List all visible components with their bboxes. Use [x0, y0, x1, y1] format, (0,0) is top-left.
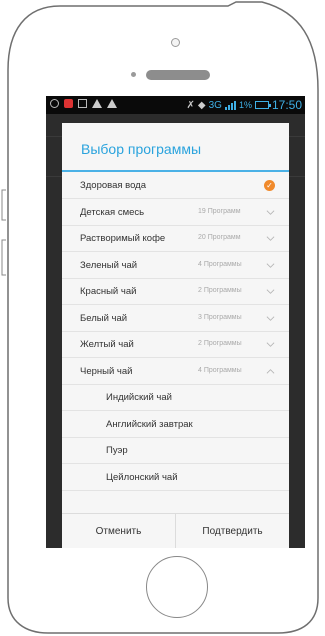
- image-icon: [78, 99, 87, 108]
- sub-program-row[interactable]: Английский завтрак: [62, 412, 289, 438]
- program-row[interactable]: Растворимый кофе 20 Программ: [62, 226, 289, 252]
- chevron-down-icon[interactable]: [266, 208, 275, 217]
- dialog-title: Выбор программы: [81, 141, 202, 157]
- earpiece-speaker: [146, 70, 210, 80]
- program-label: Детская смесь: [80, 206, 145, 218]
- program-count: 3 Программы: [198, 313, 242, 321]
- check-icon: ✓: [264, 180, 275, 191]
- chevron-down-icon[interactable]: [266, 234, 275, 243]
- program-label: Красный чай: [80, 286, 137, 297]
- sub-program-row[interactable]: Пуэр: [62, 438, 289, 464]
- sub-program-row[interactable]: Индийский чай: [62, 385, 289, 411]
- confirm-button[interactable]: Подтвердить: [176, 514, 289, 548]
- program-row[interactable]: Желтый чай 2 Программы: [62, 332, 289, 358]
- status-bar: ✗ ◆ 3G 1% 17:50: [46, 96, 305, 114]
- sub-program-row[interactable]: Цейлонский чай: [62, 465, 289, 491]
- warning-icon: [92, 99, 102, 108]
- program-row[interactable]: Черный чай 4 Программы: [62, 359, 289, 385]
- program-count: 4 Программы: [198, 260, 242, 268]
- clock: 17:50: [271, 98, 302, 112]
- program-count: 4 Программы: [198, 366, 242, 374]
- program-row[interactable]: Белый чай 3 Программы: [62, 306, 289, 332]
- chevron-up-icon[interactable]: [266, 367, 275, 376]
- front-camera: [131, 72, 136, 77]
- program-row[interactable]: Детская смесь 19 Программ: [62, 200, 289, 226]
- program-select-dialog: Выбор программы Здоровая вода ✓ Детская см…: [62, 123, 289, 548]
- program-row[interactable]: Красный чай 2 Программы: [62, 279, 289, 305]
- program-count: 2 Программы: [198, 340, 242, 347]
- sub-program-label: Пуэр: [106, 445, 128, 456]
- battery-percent: 1%: [238, 100, 252, 110]
- program-count: 19 Программ: [198, 207, 241, 215]
- program-count: 20 Программ: [198, 234, 241, 241]
- sub-program-label: Цейлонский чай: [106, 471, 178, 483]
- program-label: Черный чай: [80, 365, 133, 377]
- program-label: Растворимый кофе: [80, 233, 166, 244]
- chevron-down-icon[interactable]: [266, 261, 275, 270]
- chevron-down-icon[interactable]: [266, 340, 275, 349]
- signal-icon: [224, 100, 236, 110]
- warning-icon: [107, 99, 117, 108]
- sync-icon: [50, 99, 59, 108]
- cancel-button[interactable]: Отменить: [62, 514, 176, 548]
- app-notification-icon: [64, 99, 73, 108]
- sub-program-label: Индийский чай: [106, 392, 172, 403]
- title-divider: [62, 170, 289, 172]
- dialog-actions: Отменить Подтвердить: [62, 513, 289, 548]
- program-label: Здоровая вода: [80, 180, 146, 191]
- program-label: Желтый чай: [80, 339, 134, 350]
- sub-program-label: Английский завтрак: [106, 418, 193, 430]
- program-row[interactable]: Здоровая вода ✓: [62, 173, 289, 199]
- screen: ✗ ◆ 3G 1% 17:50 Выбор программы Здоровая…: [46, 96, 305, 548]
- front-sensor: [171, 38, 180, 47]
- chevron-down-icon[interactable]: [266, 287, 275, 296]
- battery-icon: [254, 101, 271, 109]
- program-label: Белый чай: [80, 312, 128, 324]
- chevron-down-icon[interactable]: [266, 314, 275, 323]
- program-label: Зеленый чай: [80, 259, 138, 271]
- wifi-icon: ◆: [197, 99, 206, 111]
- home-button[interactable]: [146, 556, 208, 618]
- mute-icon: ✗: [186, 99, 195, 111]
- network-type: 3G: [208, 99, 222, 111]
- program-row[interactable]: Зеленый чай 4 Программы: [62, 253, 289, 279]
- program-count: 2 Программы: [198, 287, 242, 294]
